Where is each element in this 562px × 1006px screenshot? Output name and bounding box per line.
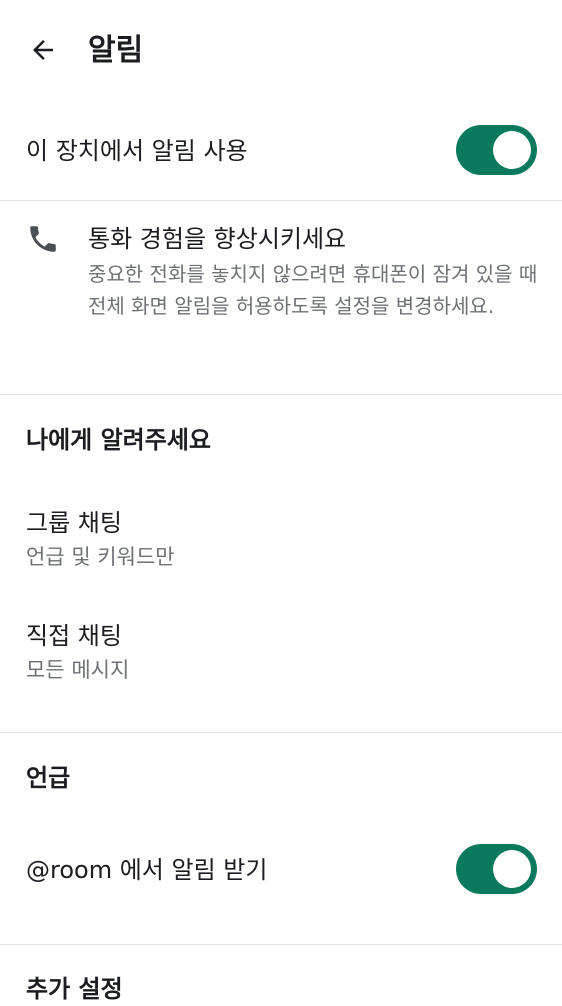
- room-mention-label: @room 에서 알림 받기: [26, 856, 268, 884]
- section-header-mentions: 언급: [26, 764, 71, 792]
- setting-value: 언급 및 키워드만: [26, 545, 175, 569]
- banner-title: 통화 경험을 향상시키세요: [88, 225, 347, 253]
- divider: [0, 732, 562, 733]
- divider: [0, 944, 562, 945]
- back-button[interactable]: [24, 31, 62, 69]
- setting-value: 모든 메시지: [26, 658, 130, 682]
- page-title: 알림: [88, 33, 144, 68]
- banner-description: 중요한 전화를 놓치지 않으려면 휴대폰이 잠겨 있을 때 전체 화면 알림을 …: [88, 262, 538, 318]
- room-mention-toggle[interactable]: [456, 844, 537, 894]
- section-header-notify-me: 나에게 알려주세요: [26, 426, 211, 454]
- divider: [0, 200, 562, 201]
- toggle-knob: [493, 850, 531, 888]
- phone-icon: [30, 226, 56, 252]
- toggle-knob: [493, 131, 531, 169]
- section-header-additional: 추가 설정: [26, 975, 123, 1003]
- setting-title: 직접 채팅: [26, 622, 122, 650]
- divider: [0, 394, 562, 395]
- room-mention-row[interactable]: @room 에서 알림 받기: [0, 844, 562, 896]
- device-notifications-label: 이 장치에서 알림 사용: [26, 137, 248, 165]
- arrow-left-icon: [33, 40, 53, 60]
- setting-title: 그룹 채팅: [26, 509, 122, 537]
- top-app-bar: 알림: [0, 0, 562, 100]
- group-chats-setting[interactable]: 그룹 채팅 언급 및 키워드만: [0, 506, 562, 602]
- direct-chats-setting[interactable]: 직접 채팅 모든 메시지: [0, 619, 562, 715]
- device-notifications-toggle[interactable]: [456, 125, 537, 175]
- device-notifications-row[interactable]: 이 장치에서 알림 사용: [0, 125, 562, 177]
